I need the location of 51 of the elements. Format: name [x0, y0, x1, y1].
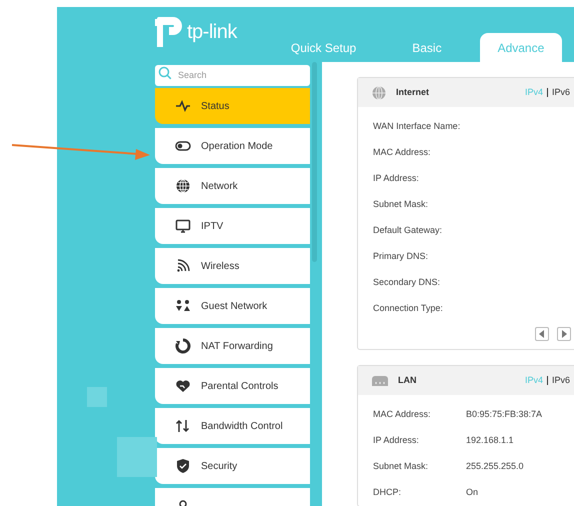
menu-icon [175, 258, 191, 274]
left-arrow-icon [539, 330, 545, 338]
globe-icon [372, 86, 386, 100]
menu-icon [175, 338, 191, 354]
logo-icon [155, 15, 183, 49]
field-label: IP Address: [373, 434, 420, 448]
logo-text: tp-link [187, 20, 237, 45]
menu-icon [175, 378, 191, 394]
field-value: 255.255.255.0 [466, 460, 524, 474]
field-value: B0:95:75:FB:38:7A [466, 408, 542, 422]
field-label: Subnet Mask: [373, 460, 430, 474]
previous-button[interactable] [535, 327, 549, 341]
menu-item[interactable]: Wireless [155, 248, 310, 284]
field-label: MAC Address: [373, 146, 432, 160]
menu-icon [175, 298, 191, 314]
field-label: Primary DNS: [373, 250, 430, 264]
menu-icon [175, 98, 191, 114]
version-link[interactable]: IPv6 [552, 86, 570, 100]
menu-icon [175, 218, 191, 234]
menu-item[interactable]: Security [155, 448, 310, 484]
field-value: 192.168.1.1 [466, 434, 514, 448]
decor-square [117, 437, 157, 477]
switch-icon [372, 376, 388, 386]
card-title: Internet [396, 86, 430, 99]
field-label: IP Address: [373, 172, 420, 186]
search-icon [158, 66, 172, 80]
decor-square [87, 387, 107, 407]
field-label: Default Gateway: [373, 224, 444, 238]
field-label: DHCP: [373, 486, 402, 500]
right-arrow-icon [561, 330, 567, 338]
menu-icon [175, 178, 191, 194]
field-label: Secondary DNS: [373, 276, 442, 290]
field-label: Connection Type: [373, 302, 444, 316]
field-label: WAN Interface Name: [373, 120, 462, 134]
menu-icon [175, 418, 191, 434]
field-value: On [466, 486, 478, 500]
menu-item[interactable]: NAT Forwarding [155, 328, 310, 364]
search-field[interactable]: Search [155, 64, 310, 86]
menu-item[interactable]: Bandwidth Control [155, 408, 310, 444]
card-title: LAN [398, 374, 418, 387]
field-label: MAC Address: [373, 408, 432, 422]
menu-item[interactable]: Parental Controls [155, 368, 310, 404]
menu-icon [175, 458, 191, 474]
menu-item[interactable]: IPTV [155, 208, 310, 244]
menu-item[interactable]: Operation Mode [155, 128, 310, 164]
field-label: Subnet Mask: [373, 198, 430, 212]
menu-item[interactable]: Guest Network [155, 288, 310, 324]
version-link[interactable]: IPv6 [552, 374, 570, 388]
menu-item[interactable]: Status [155, 88, 310, 124]
next-button[interactable] [557, 327, 571, 341]
menu-item[interactable]: Network [155, 168, 310, 204]
